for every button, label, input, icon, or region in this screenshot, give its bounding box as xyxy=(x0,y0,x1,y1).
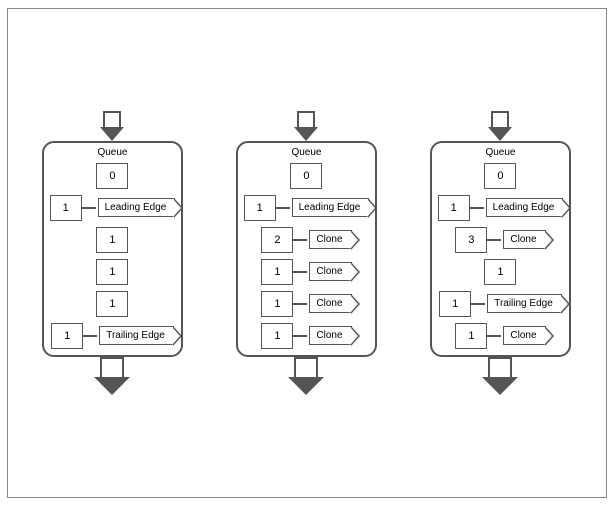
queue-cell: 0 xyxy=(484,163,516,189)
edge-label: Leading Edge xyxy=(486,198,564,217)
queue-label: Queue xyxy=(485,147,515,158)
edge-label: Clone xyxy=(503,230,545,249)
main-container: Queue01Leading Edge1111Trailing EdgeQueu… xyxy=(7,8,607,498)
connector-line xyxy=(276,207,290,209)
queue-cell: 1 xyxy=(438,195,470,221)
queue-row: 1 Clone xyxy=(261,257,351,287)
edge-label: Leading Edge xyxy=(292,198,370,217)
queue-cell: 0 xyxy=(290,163,322,189)
top-arrow xyxy=(100,111,124,141)
connector-line xyxy=(487,239,501,241)
edge-label: Clone xyxy=(503,326,545,345)
bottom-arrow xyxy=(288,357,324,395)
connector-line xyxy=(470,207,484,209)
queue-cell: 0 xyxy=(96,163,128,189)
queue-label: Queue xyxy=(97,147,127,158)
queue-row: 1 Clone xyxy=(261,289,351,319)
queue-row: 1 Trailing Edge xyxy=(51,321,174,351)
edge-label: Clone xyxy=(309,326,351,345)
connector-line xyxy=(293,335,307,337)
queue-cell: 1 xyxy=(51,323,83,349)
diagram-1: Queue01Leading Edge1111Trailing Edge xyxy=(42,111,184,395)
queue-row: 0 xyxy=(96,161,128,191)
queue-border: Queue01Leading Edge3Clone11Trailing Edge… xyxy=(430,141,572,357)
queue-border: Queue01Leading Edge2Clone1Clone1Clone1Cl… xyxy=(236,141,378,357)
queue-row: 1 xyxy=(96,257,128,287)
queue-row: 1 Leading Edge xyxy=(244,193,370,223)
connector-line xyxy=(82,207,96,209)
bottom-arrow xyxy=(94,357,130,395)
queue-cell: 1 xyxy=(261,291,293,317)
queue-cell: 1 xyxy=(455,323,487,349)
queue-row: 1 xyxy=(484,257,516,287)
queue-label: Queue xyxy=(291,147,321,158)
edge-label: Clone xyxy=(309,262,351,281)
connector-line xyxy=(487,335,501,337)
queue-cell: 1 xyxy=(261,323,293,349)
queue-row: 0 xyxy=(290,161,322,191)
connector-line xyxy=(293,271,307,273)
diagram-3: Queue01Leading Edge3Clone11Trailing Edge… xyxy=(430,111,572,395)
queue-cell: 1 xyxy=(244,195,276,221)
queue-cell: 1 xyxy=(484,259,516,285)
diagram-2: Queue01Leading Edge2Clone1Clone1Clone1Cl… xyxy=(236,111,378,395)
queue-cell: 1 xyxy=(96,259,128,285)
connector-line xyxy=(293,239,307,241)
queue-cell: 1 xyxy=(50,195,82,221)
queue-row: 1 xyxy=(96,225,128,255)
top-arrow xyxy=(294,111,318,141)
queue-row: 1 xyxy=(96,289,128,319)
queue-cell: 1 xyxy=(96,291,128,317)
queue-row: 0 xyxy=(484,161,516,191)
connector-line xyxy=(471,303,485,305)
queue-cell: 1 xyxy=(261,259,293,285)
queue-row: 1 Clone xyxy=(455,321,545,351)
connector-line xyxy=(83,335,97,337)
edge-label: Trailing Edge xyxy=(487,294,562,313)
queue-cell: 3 xyxy=(455,227,487,253)
bottom-arrow xyxy=(482,357,518,395)
queue-row: 1 Leading Edge xyxy=(50,193,176,223)
edge-label: Clone xyxy=(309,294,351,313)
top-arrow xyxy=(488,111,512,141)
queue-cell: 1 xyxy=(96,227,128,253)
queue-row: 1 Trailing Edge xyxy=(439,289,562,319)
queue-cell: 2 xyxy=(261,227,293,253)
queue-border: Queue01Leading Edge1111Trailing Edge xyxy=(42,141,184,357)
edge-label: Clone xyxy=(309,230,351,249)
queue-row: 1 Leading Edge xyxy=(438,193,564,223)
queue-row: 1 Clone xyxy=(261,321,351,351)
edge-label: Trailing Edge xyxy=(99,326,174,345)
queue-cell: 1 xyxy=(439,291,471,317)
connector-line xyxy=(293,303,307,305)
queue-row: 2 Clone xyxy=(261,225,351,255)
edge-label: Leading Edge xyxy=(98,198,176,217)
queue-row: 3 Clone xyxy=(455,225,545,255)
